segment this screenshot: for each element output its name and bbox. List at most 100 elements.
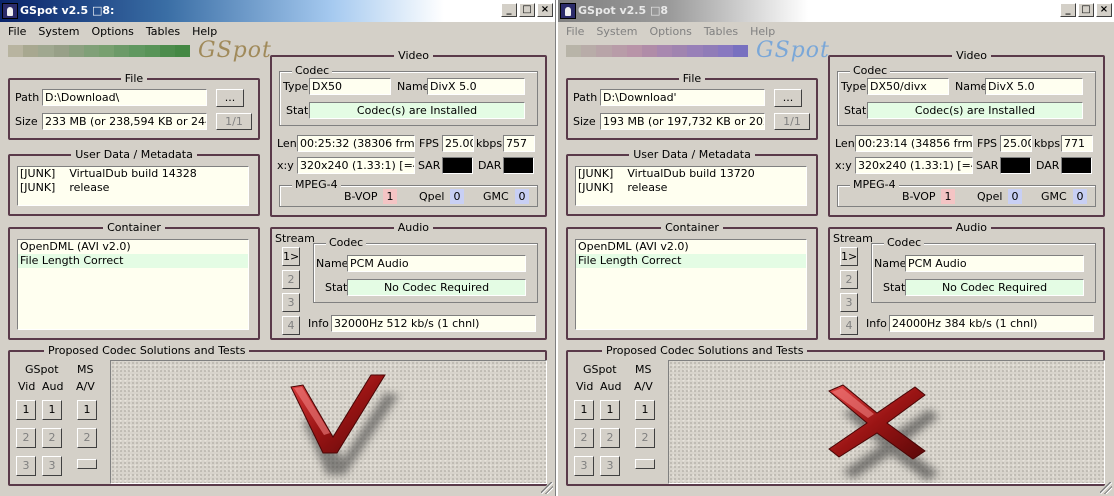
stream-2-button[interactable]: 2	[282, 270, 300, 289]
aud-1-button[interactable]: 1	[600, 400, 620, 420]
path-field[interactable]: D:\Download'	[600, 89, 765, 106]
audio-stat-field[interactable]: No Codec Required	[347, 279, 526, 296]
app-icon[interactable]	[560, 3, 576, 19]
resize-grip[interactable]	[541, 482, 553, 494]
aud-2-button[interactable]: 2	[42, 428, 62, 448]
title-bar[interactable]: GSpot v2.5 □8 _ □ ×	[558, 0, 1114, 22]
close-button[interactable]: ×	[1096, 3, 1112, 17]
title-bar[interactable]: GSpot v2.5 □8: _ □ ×	[0, 0, 555, 22]
type-field[interactable]: DX50	[309, 78, 391, 95]
stream-4-button[interactable]: 4	[840, 316, 858, 335]
minimize-button[interactable]: _	[1060, 3, 1076, 17]
container-group-label: Container	[103, 221, 165, 234]
info-label: Info	[866, 317, 887, 330]
list-item[interactable]: [JUNK] VirtualDub build 13720	[576, 167, 806, 181]
browse-button[interactable]: ...	[216, 89, 244, 107]
sar-field[interactable]	[1000, 157, 1031, 174]
menu-options[interactable]: Options	[85, 22, 139, 40]
len-field[interactable]: 00:25:32 (38306 frms)	[297, 135, 415, 152]
av-2-button[interactable]: 2	[635, 428, 655, 448]
audio-name-field[interactable]: PCM Audio	[905, 255, 1084, 272]
menu-tables[interactable]: Tables	[140, 22, 186, 40]
menu-system[interactable]: System	[32, 22, 85, 40]
container-group: Container OpenDML (AVI v2.0) File Length…	[8, 221, 260, 340]
type-field[interactable]: DX50/divx	[867, 78, 949, 95]
name-field[interactable]: DivX 5.0	[427, 78, 525, 95]
mpeg4-subgroup: MPEG-4 B-VOP 1 Qpel 0 GMC 0	[279, 179, 538, 207]
vid-2-button[interactable]: 2	[16, 428, 36, 448]
menu-options[interactable]: Options	[643, 22, 697, 40]
vid-1-button[interactable]: 1	[16, 400, 36, 420]
container-list[interactable]: OpenDML (AVI v2.0) File Length Correct	[575, 239, 807, 330]
kbps-field[interactable]: 757	[503, 135, 535, 152]
minimize-button[interactable]: _	[501, 3, 517, 17]
av-1-button[interactable]: 1	[635, 400, 655, 420]
aud-3-button[interactable]: 3	[600, 456, 620, 476]
stream-3-button[interactable]: 3	[840, 293, 858, 312]
pages-button[interactable]: 1/1	[216, 113, 252, 130]
audio-name-field[interactable]: PCM Audio	[347, 255, 526, 272]
dar-field[interactable]	[503, 157, 534, 174]
vid-2-button[interactable]: 2	[574, 428, 594, 448]
vid-3-button[interactable]: 3	[574, 456, 594, 476]
maximize-button[interactable]: □	[1078, 3, 1094, 17]
len-field[interactable]: 00:23:14 (34856 frms)	[855, 135, 973, 152]
list-item[interactable]: File Length Correct	[576, 254, 806, 268]
kbps-field[interactable]: 771	[1061, 135, 1093, 152]
info-field[interactable]: 32000Hz 512 kb/s (1 chnl)	[331, 315, 536, 332]
stream-3-button[interactable]: 3	[282, 293, 300, 312]
container-list[interactable]: OpenDML (AVI v2.0) File Length Correct	[17, 239, 249, 330]
app-icon[interactable]	[2, 3, 18, 19]
size-field[interactable]: 193 MB (or 197,732 KB or 202,47	[600, 113, 765, 130]
audio-codec-subgroup: Codec Name PCM Audio Stat No Codec Requi…	[871, 237, 1096, 303]
menu-file[interactable]: File	[2, 22, 32, 40]
stream-2-button[interactable]: 2	[840, 270, 858, 289]
xy-field[interactable]: 320x240 (1.33:1) [=4:3]	[297, 157, 415, 174]
metadata-list[interactable]: [JUNK] VirtualDub build 13720 [JUNK] rel…	[575, 166, 807, 206]
menu-tables[interactable]: Tables	[698, 22, 744, 40]
aud-1-button[interactable]: 1	[42, 400, 62, 420]
color-swatch	[687, 45, 703, 57]
close-button[interactable]: ×	[537, 3, 553, 17]
pages-button[interactable]: 1/1	[774, 113, 810, 130]
stat-label: Stat	[286, 104, 309, 117]
info-field[interactable]: 24000Hz 384 kb/s (1 chnl)	[889, 315, 1094, 332]
aud-2-button[interactable]: 2	[600, 428, 620, 448]
xy-field[interactable]: 320x240 (1.33:1) [=4:3]	[855, 157, 973, 174]
av-1-button[interactable]: 1	[77, 400, 97, 420]
size-field[interactable]: 233 MB (or 238,594 KB or 244,32	[42, 113, 207, 130]
vid-3-button[interactable]: 3	[16, 456, 36, 476]
path-field[interactable]: D:\Download\	[42, 89, 207, 106]
audio-group: Audio Stream 1> 2 3 4 Codec Name PCM Aud…	[270, 221, 547, 340]
list-item[interactable]: [JUNK] release	[18, 181, 248, 195]
av-3-button[interactable]	[77, 459, 97, 469]
stat-field[interactable]: Codec(s) are Installed	[309, 102, 525, 119]
vid-1-button[interactable]: 1	[574, 400, 594, 420]
av-3-button[interactable]	[635, 459, 655, 469]
name-field[interactable]: DivX 5.0	[985, 78, 1083, 95]
metadata-group-label: User Data / Metadata	[629, 148, 755, 161]
stream-1-button[interactable]: 1>	[282, 247, 300, 266]
metadata-list[interactable]: [JUNK] VirtualDub build 14328 [JUNK] rel…	[17, 166, 249, 206]
sar-field[interactable]	[442, 157, 473, 174]
browse-button[interactable]: ...	[774, 89, 802, 107]
stat-field[interactable]: Codec(s) are Installed	[867, 102, 1083, 119]
aud-3-button[interactable]: 3	[42, 456, 62, 476]
fps-field[interactable]: 25.000	[442, 135, 474, 152]
fps-field[interactable]: 25.000	[1000, 135, 1032, 152]
resize-grip[interactable]	[1100, 482, 1112, 494]
stream-4-button[interactable]: 4	[282, 316, 300, 335]
size-label: Size	[573, 115, 596, 128]
dar-field[interactable]	[1061, 157, 1092, 174]
list-item[interactable]: [JUNK] VirtualDub build 14328	[18, 167, 248, 181]
menu-file[interactable]: File	[560, 22, 590, 40]
list-item[interactable]: File Length Correct	[18, 254, 248, 268]
list-item[interactable]: OpenDML (AVI v2.0)	[576, 240, 806, 254]
audio-stat-field[interactable]: No Codec Required	[905, 279, 1084, 296]
list-item[interactable]: OpenDML (AVI v2.0)	[18, 240, 248, 254]
menu-system[interactable]: System	[590, 22, 643, 40]
list-item[interactable]: [JUNK] release	[576, 181, 806, 195]
stream-1-button[interactable]: 1>	[840, 247, 858, 266]
maximize-button[interactable]: □	[519, 3, 535, 17]
av-2-button[interactable]: 2	[77, 428, 97, 448]
